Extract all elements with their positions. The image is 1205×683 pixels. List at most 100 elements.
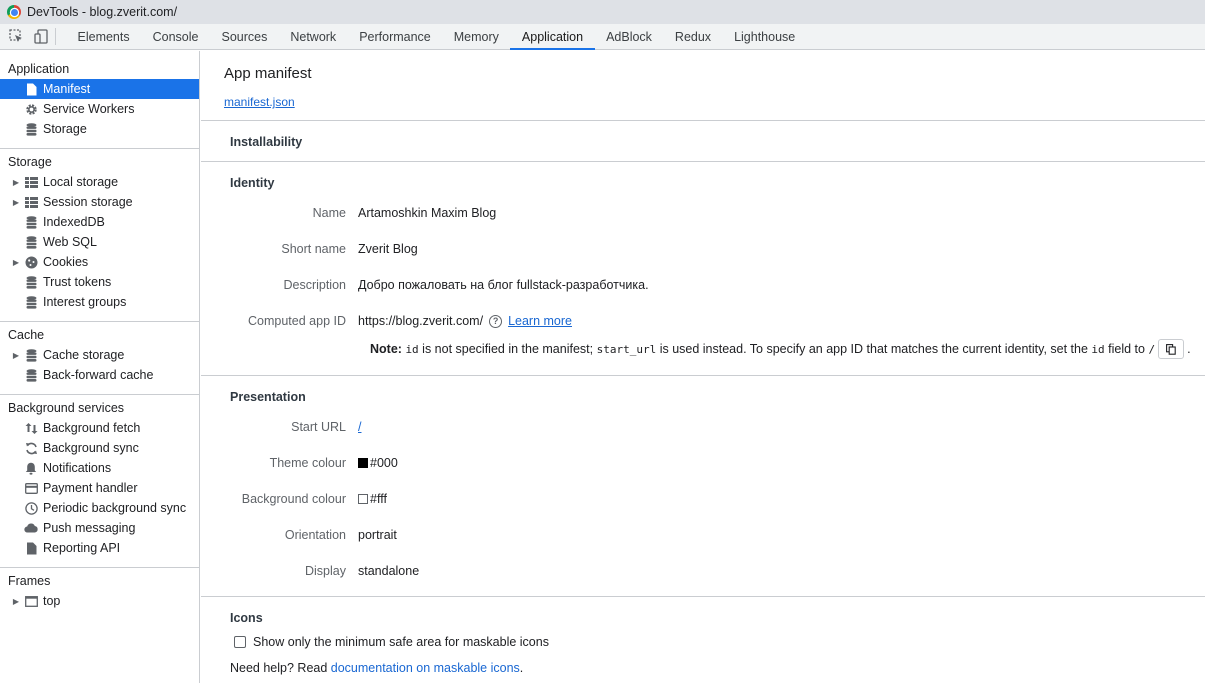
device-toggle-icon[interactable] [34, 29, 49, 44]
window-title: DevTools - blog.zverit.com/ [27, 5, 178, 19]
tab-memory[interactable]: Memory [442, 24, 510, 49]
installability-section: Installability [201, 121, 1205, 162]
sidebar-item-label: Service Workers [43, 102, 135, 116]
sidebar-item-trust-tokens[interactable]: Trust tokens [0, 272, 199, 292]
expand-arrow-icon[interactable]: ▶ [10, 597, 22, 606]
sidebar-item-push-messaging[interactable]: Push messaging [0, 518, 199, 538]
database-icon [24, 275, 38, 289]
sidebar-item-reporting-api[interactable]: Reporting API [0, 538, 199, 558]
sidebar-item-periodic-background-sync[interactable]: Periodic background sync [0, 498, 199, 518]
theme-color-swatch [358, 458, 368, 468]
section-title: Presentation [230, 390, 306, 404]
field-label: Computed app ID [248, 314, 346, 328]
cookie-icon [24, 255, 38, 269]
sidebar-item-payment-handler[interactable]: Payment handler [0, 478, 199, 498]
sidebar-item-label: Background fetch [43, 421, 141, 435]
tab-application[interactable]: Application [510, 24, 595, 50]
maskable-checkbox-row[interactable]: Show only the minimum safe area for mask… [230, 631, 1205, 653]
sidebar-item-back-forward-cache[interactable]: Back-forward cache [0, 365, 199, 385]
sidebar-section-frames: Frames [8, 574, 51, 588]
field-label: Start URL [291, 420, 346, 434]
sidebar-item-label: Storage [43, 122, 87, 136]
maskable-help-text: Need help? Read documentation on maskabl… [230, 661, 1205, 675]
sidebar-item-frame-top[interactable]: ▶ top [0, 591, 199, 611]
manifest-link[interactable]: manifest.json [224, 95, 295, 109]
tab-performance[interactable]: Performance [348, 24, 443, 49]
theme-colour-row: Theme colour #000 [230, 445, 1205, 481]
help-suffix: . [519, 661, 524, 675]
panel-tab-bar: Elements Console Sources Network Perform… [0, 24, 1205, 50]
sidebar-item-storage-overview[interactable]: Storage [0, 119, 199, 139]
field-value: Zverit Blog [358, 242, 418, 256]
identity-description-row: Description Добро пожаловать на блог ful… [230, 267, 1205, 303]
help-icon[interactable]: ? [489, 314, 503, 328]
app-id-note: Note: id is not specified in the manifes… [230, 339, 1205, 359]
title-bar: DevTools - blog.zverit.com/ [0, 0, 1205, 24]
sidebar-item-web-sql[interactable]: Web SQL [0, 232, 199, 252]
tab-lighthouse[interactable]: Lighthouse [723, 24, 807, 49]
sidebar-item-cache-storage[interactable]: ▶ Cache storage [0, 345, 199, 365]
sidebar-item-label: Reporting API [43, 541, 121, 555]
database-icon [24, 368, 38, 382]
sidebar-item-cookies[interactable]: ▶ Cookies [0, 252, 199, 272]
identity-name-row: Name Artamoshkin Maxim Blog [230, 195, 1205, 231]
sidebar-item-local-storage[interactable]: ▶ Local storage [0, 172, 199, 192]
start-url-row: Start URL / [230, 409, 1205, 445]
inspect-element-icon[interactable] [9, 29, 24, 44]
field-value: https://blog.zverit.com/ ? Learn more [358, 314, 572, 328]
maskable-checkbox[interactable] [234, 636, 246, 648]
clock-icon [24, 501, 38, 515]
expand-arrow-icon[interactable]: ▶ [10, 351, 22, 360]
sidebar-item-label: Manifest [43, 82, 91, 96]
sidebar-item-session-storage[interactable]: ▶ Session storage [0, 192, 199, 212]
tab-network[interactable]: Network [279, 24, 348, 49]
maskable-docs-link[interactable]: documentation on maskable icons [331, 661, 520, 675]
sidebar-item-notifications[interactable]: Notifications [0, 458, 199, 478]
sidebar-item-indexeddb[interactable]: IndexedDB [0, 212, 199, 232]
identity-computed-id-row: Computed app ID https://blog.zverit.com/… [230, 303, 1205, 339]
database-icon [24, 215, 38, 229]
tab-elements[interactable]: Elements [66, 24, 141, 49]
background-colour-row: Background colour #fff [230, 481, 1205, 517]
sidebar-item-background-sync[interactable]: Background sync [0, 438, 199, 458]
identity-section: Identity Name Artamoshkin Maxim Blog Sho… [201, 162, 1205, 376]
presentation-section: Presentation Start URL / Theme colour #0… [201, 376, 1205, 597]
theme-color-value: #000 [370, 456, 398, 470]
sidebar-section-application: Application [8, 62, 70, 76]
tab-sources[interactable]: Sources [210, 24, 279, 49]
window-icon [24, 594, 38, 608]
expand-arrow-icon[interactable]: ▶ [10, 258, 22, 267]
database-icon [24, 295, 38, 309]
toolbar-icons [0, 28, 56, 45]
sidebar-item-label: top [43, 594, 61, 608]
sidebar-item-interest-groups[interactable]: Interest groups [0, 292, 199, 312]
section-title: Identity [230, 176, 275, 190]
sidebar-item-background-fetch[interactable]: Background fetch [0, 418, 199, 438]
field-label: Theme colour [269, 456, 346, 470]
field-label: Short name [281, 242, 346, 256]
learn-more-link[interactable]: Learn more [508, 314, 572, 328]
tab-adblock[interactable]: AdBlock [595, 24, 664, 49]
sidebar-item-label: Local storage [43, 175, 119, 189]
tab-console[interactable]: Console [141, 24, 210, 49]
database-icon [24, 122, 38, 136]
computed-id-value: https://blog.zverit.com/ [358, 314, 484, 328]
sidebar-section-cache: Cache [8, 328, 45, 342]
app-manifest-header: App manifest manifest.json [201, 51, 1205, 121]
copy-id-button[interactable] [1158, 339, 1185, 359]
sidebar-item-label: Push messaging [43, 521, 136, 535]
sidebar-item-label: Payment handler [43, 481, 138, 495]
note-label: Note: [370, 342, 402, 356]
expand-arrow-icon[interactable]: ▶ [10, 198, 22, 207]
field-value: #000 [358, 456, 398, 470]
background-color-swatch [358, 494, 368, 504]
start-url-link[interactable]: / [358, 420, 361, 434]
orientation-row: Orientation portrait [230, 517, 1205, 553]
sidebar-item-manifest[interactable]: Manifest [0, 79, 199, 99]
sidebar-item-service-workers[interactable]: Service Workers [0, 99, 199, 119]
field-label: Display [305, 564, 346, 578]
tab-redux[interactable]: Redux [663, 24, 722, 49]
section-title: Icons [230, 611, 263, 625]
expand-arrow-icon[interactable]: ▶ [10, 178, 22, 187]
copy-icon [1166, 343, 1176, 355]
